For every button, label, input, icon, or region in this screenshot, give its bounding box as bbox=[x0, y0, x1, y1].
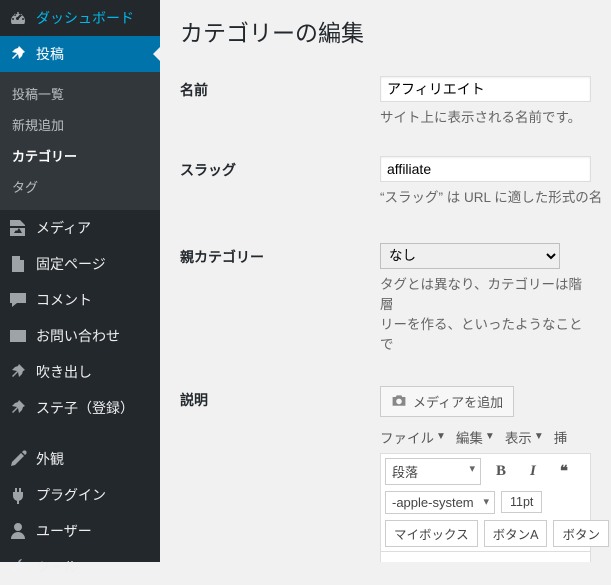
camera-music-icon bbox=[391, 393, 407, 409]
parent-select[interactable]: なし bbox=[380, 243, 560, 269]
sidebar-item-label: プラグイン bbox=[36, 485, 106, 505]
parent-help: タグとは異なり、カテゴリーは階層 リーを作る、といったようなことで bbox=[380, 275, 591, 356]
sidebar-item-label: ツール bbox=[36, 557, 78, 577]
form-row-slug: スラッグ “スラッグ” は URL に適した形式の名 bbox=[180, 142, 591, 208]
add-media-button[interactable]: メディアを追加 bbox=[380, 386, 514, 417]
submenu-item-categories[interactable]: カテゴリー bbox=[0, 140, 160, 171]
italic-button[interactable]: I bbox=[521, 459, 545, 484]
font-size-select[interactable]: 11pt bbox=[501, 491, 542, 513]
main-content: カテゴリーの編集 名前 サイト上に表示される名前です。 スラッグ “スラッグ” … bbox=[160, 0, 611, 562]
form-row-parent: 親カテゴリー なし タグとは異なり、カテゴリーは階層 リーを作る、といったような… bbox=[180, 229, 591, 356]
pin-icon bbox=[8, 44, 28, 64]
sidebar-item-label: メディア bbox=[36, 218, 91, 238]
font-family-select[interactable]: -apple-system bbox=[385, 491, 495, 514]
sidebar-item-media[interactable]: メディア bbox=[0, 210, 160, 246]
editor-menu-edit[interactable]: 編集 ▼ bbox=[456, 427, 495, 447]
page-icon bbox=[8, 254, 28, 274]
editor-content-area[interactable]: 成功報酬型広告についていろいろ bbox=[380, 552, 591, 563]
chevron-down-icon: ▼ bbox=[485, 431, 495, 442]
sidebar-item-label: ステ子（登録） bbox=[36, 398, 134, 418]
sidebar-item-label: ユーザー bbox=[36, 521, 92, 541]
sidebar-item-comments[interactable]: コメント bbox=[0, 282, 160, 318]
plug-icon bbox=[8, 485, 28, 505]
chevron-down-icon: ▼ bbox=[436, 431, 446, 442]
submenu-item-all-posts[interactable]: 投稿一覧 bbox=[0, 78, 160, 109]
editor-toolbar: 段落 B I ❝ -apple-system 11pt マイボックス ボタンA … bbox=[380, 453, 591, 552]
bold-button[interactable]: B bbox=[487, 459, 515, 484]
sidebar-item-users[interactable]: ユーザー bbox=[0, 513, 160, 549]
sidebar-item-label: お問い合わせ bbox=[36, 326, 120, 346]
form-row-name: 名前 サイト上に表示される名前です。 bbox=[180, 62, 591, 128]
chevron-down-icon: ▼ bbox=[534, 431, 544, 442]
sidebar-item-label: コメント bbox=[36, 290, 92, 310]
form-row-description: 説明 メディアを追加 ファイル ▼ 編集 ▼ 表示 ▼ 挿 段落 B I ❝ bbox=[180, 372, 591, 563]
sidebar-item-contact[interactable]: お問い合わせ bbox=[0, 318, 160, 354]
quick-button-mybox[interactable]: マイボックス bbox=[385, 520, 478, 547]
quick-button-a[interactable]: ボタンA bbox=[484, 520, 548, 547]
parent-label: 親カテゴリー bbox=[180, 243, 380, 267]
submenu-item-tags[interactable]: タグ bbox=[0, 171, 160, 202]
wrench-icon bbox=[8, 557, 28, 577]
sidebar-item-posts[interactable]: 投稿 bbox=[0, 36, 160, 72]
editor-menu-file[interactable]: ファイル ▼ bbox=[380, 427, 446, 447]
sidebar-item-dashboard[interactable]: ダッシュボード bbox=[0, 0, 160, 36]
quick-button-b[interactable]: ボタン bbox=[553, 520, 609, 547]
admin-sidebar: ダッシュボード 投稿 投稿一覧 新規追加 カテゴリー タグ メディア 固定ページ… bbox=[0, 0, 160, 562]
sidebar-submenu-posts: 投稿一覧 新規追加 カテゴリー タグ bbox=[0, 72, 160, 210]
pin-icon bbox=[8, 362, 28, 382]
sidebar-item-pages[interactable]: 固定ページ bbox=[0, 246, 160, 282]
add-media-button-label: メディアを追加 bbox=[413, 392, 503, 411]
sidebar-item-tools[interactable]: ツール bbox=[0, 549, 160, 585]
user-icon bbox=[8, 521, 28, 541]
name-help: サイト上に表示される名前です。 bbox=[380, 108, 591, 128]
sidebar-item-label: 固定ページ bbox=[36, 254, 106, 274]
editor-menu-insert[interactable]: 挿 bbox=[554, 427, 568, 447]
editor-menubar: ファイル ▼ 編集 ▼ 表示 ▼ 挿 bbox=[380, 427, 591, 447]
brush-icon bbox=[8, 449, 28, 469]
mail-icon bbox=[8, 326, 28, 346]
slug-input[interactable] bbox=[380, 156, 591, 182]
pin-icon bbox=[8, 398, 28, 418]
sidebar-item-balloon[interactable]: 吹き出し bbox=[0, 354, 160, 390]
format-select[interactable]: 段落 bbox=[385, 458, 481, 485]
sidebar-item-appearance[interactable]: 外観 bbox=[0, 441, 160, 477]
comment-icon bbox=[8, 290, 28, 310]
sidebar-item-suteko[interactable]: ステ子（登録） bbox=[0, 390, 160, 426]
slug-label: スラッグ bbox=[180, 156, 380, 180]
blockquote-button[interactable]: ❝ bbox=[551, 458, 577, 485]
media-icon bbox=[8, 218, 28, 238]
sidebar-separator bbox=[0, 431, 160, 436]
sidebar-item-label: 外観 bbox=[36, 449, 64, 469]
sidebar-item-plugins[interactable]: プラグイン bbox=[0, 477, 160, 513]
slug-help: “スラッグ” は URL に適した形式の名 bbox=[380, 188, 591, 208]
sidebar-item-label: 投稿 bbox=[36, 44, 64, 64]
name-input[interactable] bbox=[380, 76, 591, 102]
description-label: 説明 bbox=[180, 386, 380, 410]
page-title: カテゴリーの編集 bbox=[180, 14, 591, 48]
name-label: 名前 bbox=[180, 76, 380, 100]
editor-menu-view[interactable]: 表示 ▼ bbox=[505, 427, 544, 447]
dashboard-icon bbox=[8, 8, 28, 28]
sidebar-item-label: 吹き出し bbox=[36, 362, 92, 382]
sidebar-item-label: ダッシュボード bbox=[36, 8, 134, 28]
submenu-item-new-post[interactable]: 新規追加 bbox=[0, 109, 160, 140]
